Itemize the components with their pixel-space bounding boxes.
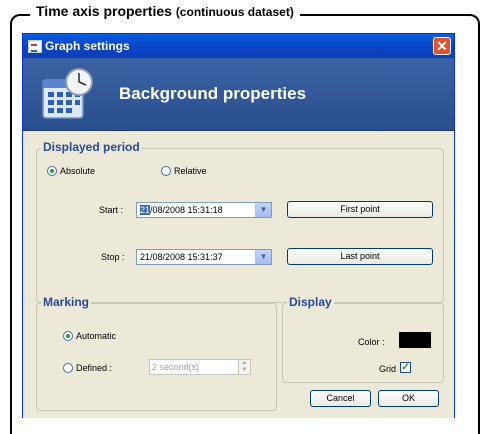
grid-checkbox[interactable]: ✓ bbox=[400, 362, 411, 373]
start-value: 21/08/2008 15:31:18 bbox=[140, 205, 223, 215]
grid-label: Grid bbox=[379, 364, 397, 374]
displayed-period-legend: Displayed period bbox=[41, 140, 142, 154]
section-caption: Time axis properties (continuous dataset… bbox=[30, 3, 300, 19]
banner-title: Background properties bbox=[119, 84, 307, 103]
radio-indicator bbox=[63, 363, 73, 373]
title-bar[interactable]: Graph settings ✕ bbox=[23, 34, 454, 58]
color-swatch[interactable] bbox=[399, 332, 431, 348]
relative-label: Relative bbox=[174, 166, 207, 176]
graph-app-icon bbox=[28, 40, 42, 53]
header-banner: Background properties bbox=[23, 58, 454, 131]
caption-subtitle: (continuous dataset) bbox=[175, 5, 294, 19]
chevron-down-icon[interactable]: ▼ bbox=[255, 203, 271, 217]
start-datetime-combo[interactable]: 21/08/2008 15:31:18 ▼ bbox=[136, 202, 272, 218]
color-label: Color : bbox=[358, 337, 385, 347]
stop-label: Stop : bbox=[101, 252, 125, 262]
stop-datetime-combo[interactable]: 21/08/2008 15:31:37 ▼ bbox=[136, 249, 272, 265]
spinner-arrows-icon[interactable]: ▲ ▼ bbox=[238, 360, 250, 374]
radio-selected-indicator bbox=[63, 331, 73, 341]
display-legend: Display bbox=[287, 295, 334, 309]
start-label: Start : bbox=[99, 205, 124, 215]
last-point-button[interactable]: Last point bbox=[287, 248, 433, 265]
defined-interval-spinner[interactable]: 2 second(s) ▲ ▼ bbox=[149, 359, 251, 375]
marking-legend: Marking bbox=[41, 295, 92, 309]
first-point-button[interactable]: First point bbox=[287, 201, 433, 218]
close-button[interactable]: ✕ bbox=[433, 37, 451, 55]
stop-value: 21/08/2008 15:31:37 bbox=[140, 252, 223, 262]
radio-indicator bbox=[161, 166, 171, 176]
defined-label: Defined : bbox=[76, 363, 113, 373]
displayed-period-group: Displayed period Absolute Relative Start… bbox=[36, 140, 444, 303]
automatic-radio[interactable]: Automatic bbox=[63, 331, 116, 341]
cancel-button[interactable]: Cancel bbox=[310, 390, 371, 407]
automatic-label: Automatic bbox=[76, 331, 117, 341]
chevron-down-icon[interactable]: ▼ bbox=[255, 250, 271, 264]
relative-radio[interactable]: Relative bbox=[161, 166, 207, 176]
radio-selected-indicator bbox=[47, 166, 57, 176]
absolute-label: Absolute bbox=[60, 166, 96, 176]
caption-title: Time axis properties bbox=[36, 3, 172, 19]
absolute-radio[interactable]: Absolute bbox=[47, 166, 95, 176]
defined-radio[interactable]: Defined : bbox=[63, 363, 112, 373]
defined-value: 2 second(s) bbox=[152, 362, 200, 372]
ok-button[interactable]: OK bbox=[378, 390, 439, 407]
calendar-clock-icon bbox=[42, 68, 93, 119]
display-group: Display Color : Grid ✓ bbox=[282, 295, 444, 383]
marking-group: Marking Automatic Defined : 2 second(s) … bbox=[36, 295, 277, 411]
window-title: Graph settings bbox=[45, 39, 130, 53]
graph-settings-dialog: Graph settings ✕ Background properties D… bbox=[22, 33, 455, 418]
